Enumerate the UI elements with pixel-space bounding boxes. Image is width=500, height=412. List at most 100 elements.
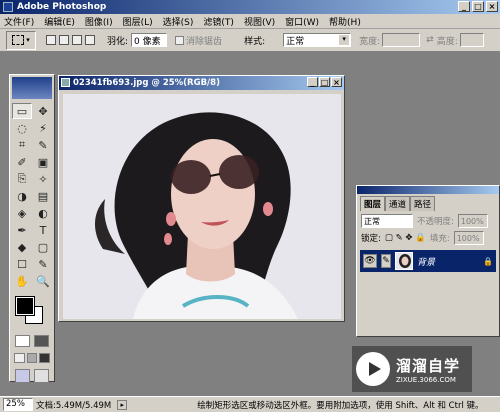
height-input[interactable] [459, 33, 484, 47]
layer-name: 背景 [417, 257, 436, 268]
layers-panel-header [357, 186, 499, 194]
subtract-selection-icon[interactable] [72, 35, 82, 45]
add-selection-icon[interactable] [59, 35, 69, 45]
app-titlebar: Adobe Photoshop _ □ × [0, 0, 500, 14]
foreground-color-swatch[interactable] [15, 296, 35, 316]
close-button[interactable]: × [486, 1, 498, 12]
menu-layer[interactable]: 图层(L) [123, 15, 153, 28]
edit-in-imageready-icon[interactable] [34, 369, 49, 383]
tool-preset-picker[interactable]: ▾ [6, 30, 36, 50]
width-input[interactable] [382, 33, 421, 47]
minimize-button[interactable]: _ [458, 1, 470, 12]
marquee-tool-icon[interactable]: ▭ [12, 103, 32, 119]
doc-maximize-button[interactable]: □ [319, 77, 330, 87]
layer-thumbnail [395, 252, 413, 270]
doc-close-button[interactable]: × [331, 77, 342, 87]
layer-row-background[interactable]: 👁 ✎ 背景 🔒 [360, 250, 496, 272]
tab-paths[interactable]: 路径 [410, 196, 436, 211]
portrait-photo [63, 94, 341, 319]
blend-mode-select[interactable]: 正常 [361, 214, 413, 228]
doc-minimize-button[interactable]: _ [307, 77, 318, 87]
play-logo-icon [356, 352, 390, 386]
new-selection-icon[interactable] [46, 35, 56, 45]
tab-channels[interactable]: 通道 [385, 196, 411, 211]
layers-panel: 图层 通道 路径 正常 不透明度: 100% 锁定: ▢ ✎ ✥ 🔒 填充: 1… [356, 185, 500, 337]
style-label: 样式: [244, 36, 266, 47]
lasso-tool-icon[interactable]: ◌ [12, 120, 32, 136]
eyedropper-tool-icon[interactable]: ✎ [33, 256, 53, 272]
watermark-brand: 溜溜自学 [396, 356, 461, 375]
fill-input[interactable]: 100% [453, 231, 484, 245]
doc-info-arrow-icon[interactable]: ▸ [117, 399, 128, 410]
screen-mode-full-icon[interactable] [39, 353, 51, 363]
brush-tool-icon[interactable]: ▣ [33, 154, 53, 170]
quick-mask-icon[interactable] [34, 335, 49, 347]
menu-filter[interactable]: 滤镜(T) [203, 15, 234, 28]
app-title: Adobe Photoshop [17, 2, 107, 12]
screen-mode-menu-icon[interactable] [26, 353, 38, 363]
toolbox: ▭ ✥ ◌ ⚡ ⌗ ✎ ✐ ▣ ⎘ ✧ ◑ ▤ ◈ ◐ ✒ T ◆ ▢ ☐ ✎ … [9, 74, 55, 383]
blur-tool-icon[interactable]: ◈ [12, 205, 32, 221]
menu-select[interactable]: 选择(S) [163, 15, 194, 28]
menu-window[interactable]: 窗口(W) [285, 15, 319, 28]
move-tool-icon[interactable]: ✥ [33, 103, 53, 119]
antialias-checkbox[interactable]: 消除锯齿 [175, 34, 222, 47]
maximize-button[interactable]: □ [472, 1, 484, 12]
lock-icons[interactable]: ▢ ✎ ✥ 🔒 [385, 233, 426, 243]
fill-label: 填充: [429, 234, 450, 244]
eye-icon[interactable]: 👁 [363, 254, 377, 268]
path-select-tool-icon[interactable]: ◆ [12, 239, 32, 255]
menu-help[interactable]: 帮助(H) [329, 15, 361, 28]
photoshop-logo-icon [3, 2, 13, 12]
feather-input[interactable]: 0 像素 [131, 33, 168, 47]
healing-brush-tool-icon[interactable]: ✐ [12, 154, 32, 170]
dodge-tool-icon[interactable]: ◐ [33, 205, 53, 221]
magic-wand-tool-icon[interactable]: ⚡ [33, 120, 53, 136]
crop-tool-icon[interactable]: ⌗ [12, 137, 32, 153]
document-window: 02341fb693.jpg @ 25%(RGB/8) _ □ × [58, 75, 345, 322]
toolbox-header-logo [12, 77, 52, 99]
doc-info[interactable]: 文档:5.49M/5.49M [36, 399, 111, 411]
thumbnail-image [396, 253, 412, 269]
height-label: 高度: [436, 36, 458, 47]
swap-icon[interactable]: ⇄ [426, 35, 434, 45]
opacity-input[interactable]: 100% [457, 214, 488, 228]
shape-tool-icon[interactable]: ▢ [33, 239, 53, 255]
menu-file[interactable]: 文件(F) [4, 15, 34, 28]
slice-tool-icon[interactable]: ✎ [33, 137, 53, 153]
menu-bar: 文件(F) 编辑(E) 图像(I) 图层(L) 选择(S) 滤镜(T) 视图(V… [0, 14, 500, 29]
zoom-tool-icon[interactable]: 🔍 [33, 273, 53, 289]
hand-tool-icon[interactable]: ✋ [12, 273, 32, 289]
notes-tool-icon[interactable]: ☐ [12, 256, 32, 272]
document-title: 02341fb693.jpg @ 25%(RGB/8) [73, 78, 220, 88]
brush-link-icon[interactable]: ✎ [381, 254, 391, 268]
image-canvas[interactable] [63, 94, 341, 319]
pen-tool-icon[interactable]: ✒ [12, 222, 32, 238]
screen-mode-standard-icon[interactable] [14, 353, 25, 363]
chevron-down-icon: ▾ [339, 35, 350, 45]
standard-mode-icon[interactable] [15, 335, 30, 347]
jump-to-imageready-icon[interactable] [15, 369, 30, 383]
document-titlebar: 02341fb693.jpg @ 25%(RGB/8) _ □ × [59, 76, 344, 90]
history-brush-tool-icon[interactable]: ✧ [33, 171, 53, 187]
clone-stamp-tool-icon[interactable]: ⎘ [12, 171, 32, 187]
antialias-label: 消除锯齿 [186, 36, 223, 47]
watermark: 溜溜自学 ZIXUE.3066.COM [352, 346, 472, 392]
opacity-label: 不透明度: [417, 217, 454, 227]
lock-label: 锁定: [361, 234, 381, 244]
menu-image[interactable]: 图像(I) [85, 15, 113, 28]
type-tool-icon[interactable]: T [33, 222, 53, 238]
menu-view[interactable]: 视图(V) [244, 15, 275, 28]
status-hint: 绘制矩形选区或移动选区外框。要用附加选项，使用 Shift、Alt 和 Ctrl… [197, 400, 484, 411]
zoom-field[interactable]: 25% [3, 398, 33, 411]
intersect-selection-icon[interactable] [85, 35, 95, 45]
marquee-icon [12, 35, 25, 45]
style-select[interactable]: 正常 ▾ [283, 33, 352, 47]
tab-layers[interactable]: 图层 [360, 196, 386, 211]
eraser-tool-icon[interactable]: ◑ [12, 188, 32, 204]
gradient-tool-icon[interactable]: ▤ [33, 188, 53, 204]
document-icon [61, 78, 70, 87]
menu-edit[interactable]: 编辑(E) [44, 15, 75, 28]
checkbox-icon [175, 35, 185, 45]
options-bar: ▾ 羽化: 0 像素 消除锯齿 样式: 正常 ▾ 宽度: ⇄ 高度: [0, 29, 500, 52]
